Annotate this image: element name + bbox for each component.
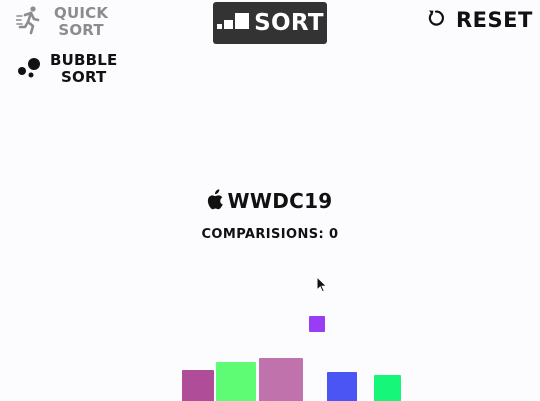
- sort-bar: [259, 358, 303, 401]
- sort-bars: [0, 0, 540, 401]
- sort-bar: [309, 316, 325, 332]
- sort-bar: [182, 370, 214, 401]
- mouse-cursor-icon: [316, 275, 328, 297]
- sort-bar: [216, 362, 256, 401]
- sort-bar: [327, 372, 357, 401]
- sort-bar: [374, 375, 401, 401]
- app-stage: QUICK SORT BUBBLE SORT SORT RESET WWDC19…: [0, 0, 540, 401]
